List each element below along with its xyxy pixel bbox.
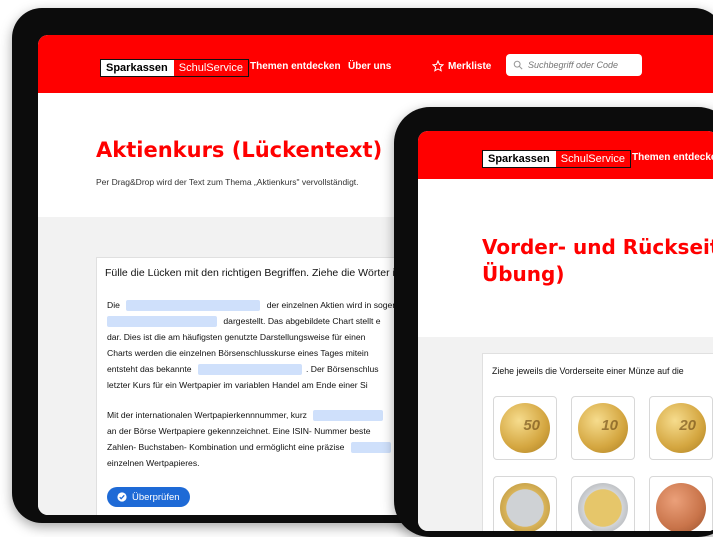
sparkassen-schulservice-logo[interactable]: Sparkassen SchulService bbox=[100, 59, 249, 77]
header-bar: Sparkassen SchulService Themen entdecken… bbox=[38, 35, 713, 93]
coin-tile[interactable] bbox=[493, 476, 557, 531]
page-subtitle: Per Drag&Drop wird der Text zum Thema „A… bbox=[96, 177, 359, 187]
text-line-4: Charts werden die einzelnen Börsenschlus… bbox=[107, 348, 369, 358]
drop-gap[interactable] bbox=[107, 316, 217, 328]
exercise-card-front: Ziehe jeweils die Vorderseite einer Münz… bbox=[482, 353, 713, 531]
coin-tile[interactable] bbox=[571, 476, 635, 531]
coin-instruction: Ziehe jeweils die Vorderseite einer Münz… bbox=[492, 366, 684, 376]
text-line-10: einzelnen Wertpapieres. bbox=[107, 458, 200, 468]
coin-tile[interactable]: 10 bbox=[571, 396, 635, 460]
coin-value-label: 10 bbox=[601, 417, 618, 434]
euro-coin-image bbox=[656, 483, 706, 531]
merkliste-link[interactable]: Merkliste bbox=[432, 60, 491, 72]
logo-schulservice: SchulService bbox=[554, 151, 630, 167]
drop-gap[interactable] bbox=[350, 442, 391, 454]
search-icon bbox=[513, 60, 523, 70]
nav-themen-entdecken[interactable]: Themen entdecken bbox=[250, 61, 341, 72]
euro-coin-image: 10 bbox=[578, 403, 628, 453]
search-input[interactable] bbox=[528, 60, 628, 70]
drop-gap[interactable] bbox=[126, 300, 261, 312]
logo-schulservice: SchulService bbox=[172, 60, 248, 76]
text-line-9: Zahlen- Buchstaben- Kombination und ermö… bbox=[107, 440, 391, 455]
text-line-6: letzter Kurs für ein Wertpapier im varia… bbox=[107, 380, 368, 390]
drop-gap[interactable] bbox=[313, 410, 384, 422]
nav-themen-entdecken-front[interactable]: Themen entdecken bbox=[632, 152, 713, 163]
front-page-title: Vorder- und Rückseite ( Übung) bbox=[482, 235, 713, 286]
nav-ueber-uns[interactable]: Über uns bbox=[348, 61, 391, 72]
tablet-front: Sparkassen SchulService Themen entdecken… bbox=[394, 107, 713, 537]
text-line-7: Mit der internationalen Wertpapierkennnu… bbox=[107, 408, 384, 423]
check-button[interactable]: Überprüfen bbox=[107, 487, 190, 507]
text-line-5: entsteht das bekannte . Der Börsenschlus bbox=[107, 364, 379, 376]
exercise-instruction: Fülle die Lücken mit den richtigen Begri… bbox=[105, 267, 401, 279]
logo-sparkassen: Sparkassen bbox=[101, 60, 173, 76]
euro-coin-image: 50 bbox=[500, 403, 550, 453]
euro-coin-image: 20 bbox=[656, 403, 706, 453]
header-bar-front: Sparkassen SchulService Themen entdecken bbox=[418, 131, 713, 179]
coin-value-label: 20 bbox=[679, 417, 696, 434]
check-button-label: Überprüfen bbox=[132, 491, 180, 503]
star-icon bbox=[432, 60, 444, 72]
sparkassen-schulservice-logo-front[interactable]: Sparkassen SchulService bbox=[482, 150, 631, 168]
merkliste-label: Merkliste bbox=[448, 60, 492, 72]
euro-coin-image bbox=[578, 483, 628, 531]
check-circle-icon bbox=[117, 492, 127, 502]
euro-coin-image bbox=[500, 483, 550, 531]
text-line-3: dar. Dies ist die am häufigsten genutzte… bbox=[107, 332, 366, 342]
text-line-2: dargestellt. Das abgebildete Chart stell… bbox=[107, 314, 381, 329]
page-title: Aktienkurs (Lückentext) bbox=[96, 138, 383, 162]
coin-tile[interactable]: 20 bbox=[649, 396, 713, 460]
coin-tile[interactable] bbox=[649, 476, 713, 531]
search-field[interactable] bbox=[506, 54, 642, 76]
screen-muenzen: Sparkassen SchulService Themen entdecken… bbox=[418, 131, 713, 531]
coin-value-label: 50 bbox=[523, 417, 540, 434]
logo-sparkassen: Sparkassen bbox=[483, 151, 555, 167]
text-line-1: Die der einzelnen Aktien wird in sogenan… bbox=[107, 300, 412, 312]
drop-gap[interactable] bbox=[197, 364, 302, 376]
coin-tile[interactable]: 50 bbox=[493, 396, 557, 460]
text-line-8: an der Börse Wertpapiere gekennzeichnet.… bbox=[107, 426, 371, 436]
